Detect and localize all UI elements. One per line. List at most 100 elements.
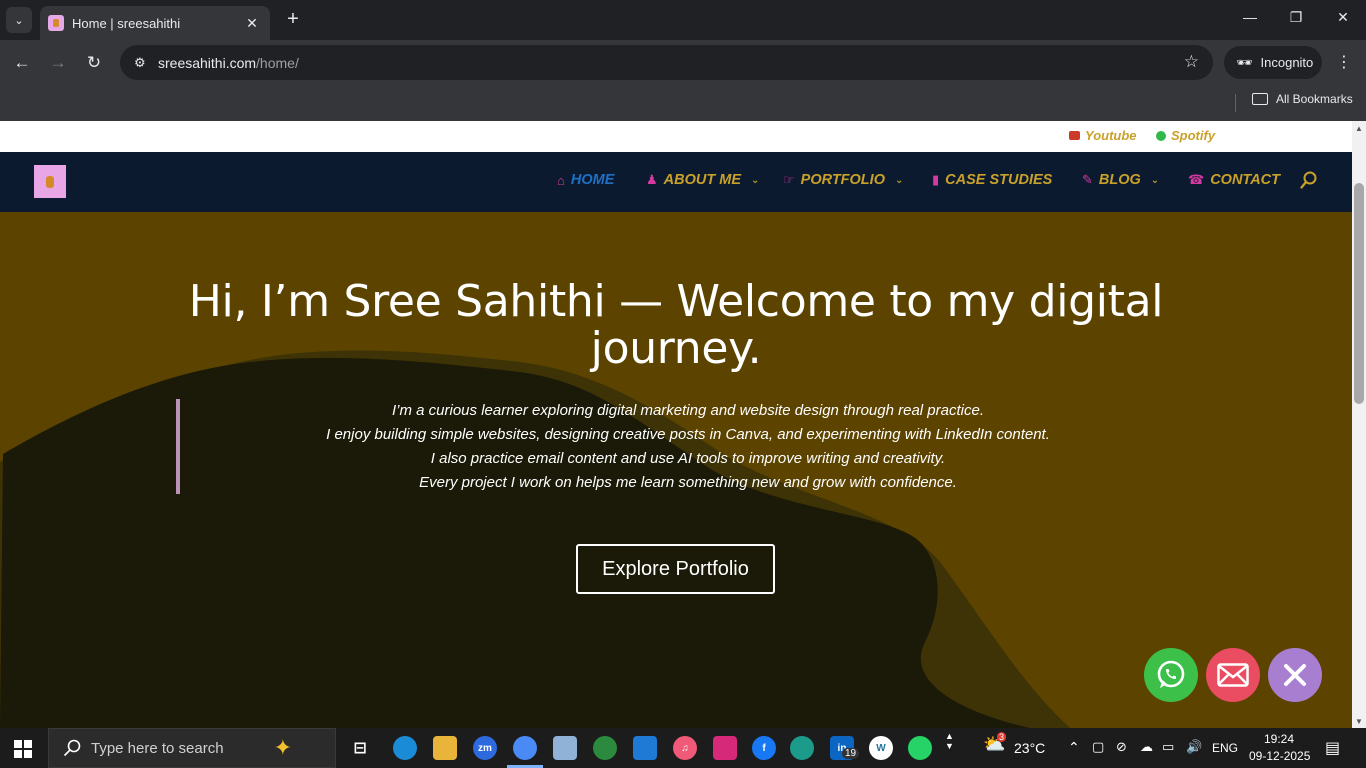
page-scrollbar[interactable]: ▲ ▼ xyxy=(1352,121,1366,728)
onedrive-icon[interactable]: ☁ xyxy=(1140,739,1153,755)
scroll-thumb[interactable] xyxy=(1354,183,1364,404)
email-button[interactable] xyxy=(1206,648,1260,702)
forward-button[interactable]: → xyxy=(47,52,69,74)
accent-bar xyxy=(176,399,180,494)
intro-line: I’m a curious learner exploring digital … xyxy=(392,402,984,419)
chrome-incognito-icon[interactable] xyxy=(513,736,537,760)
windows-taskbar: Type here to search ✦ ⊟ zm ♫ f in 19 W ▲… xyxy=(0,728,1366,768)
search-icon xyxy=(63,739,81,757)
explore-portfolio-button[interactable]: Explore Portfolio xyxy=(576,544,775,594)
top-social-bar: Youtube Spotify xyxy=(0,121,1352,152)
close-icon xyxy=(1284,664,1306,686)
network-icon[interactable]: ▭ xyxy=(1162,739,1174,755)
file-explorer-icon[interactable] xyxy=(433,736,457,760)
bookmarks-divider xyxy=(1235,94,1236,112)
person-icon: ♟ xyxy=(646,172,658,187)
nav-item-about-me[interactable]: ♟ ABOUT ME ⌄ xyxy=(646,172,759,188)
hand-pointer-icon: ☞ xyxy=(783,172,795,187)
chevron-down-icon: ⌄ xyxy=(894,174,904,186)
scroll-up-icon[interactable]: ▲ xyxy=(1355,124,1363,133)
tray-chevron-up-icon[interactable]: ⌃ xyxy=(1068,739,1080,756)
folder-icon xyxy=(1252,93,1268,105)
main-navigation: ⌂ HOME ♟ ABOUT ME ⌄ ☞ PORTFOLIO ⌄ ▮ CASE… xyxy=(0,152,1352,212)
site-logo[interactable] xyxy=(34,165,66,198)
tab-strip: ⌄ Home | sreesahithi ✕ + — ❐ ✕ xyxy=(0,0,1366,40)
spotify-link[interactable]: Spotify xyxy=(1156,128,1215,143)
back-button[interactable]: ← xyxy=(11,52,33,74)
close-window-button[interactable]: ✕ xyxy=(1333,9,1353,26)
nav-item-home[interactable]: ⌂ HOME xyxy=(557,172,614,188)
bookmarks-bar: All Bookmarks xyxy=(0,85,1366,121)
reload-button[interactable]: ↻ xyxy=(83,52,105,74)
envelope-icon xyxy=(1217,663,1249,687)
url-text[interactable]: sreesahithi.com/home/ xyxy=(158,55,299,71)
address-bar[interactable]: ⚙ sreesahithi.com/home/ ☆ xyxy=(120,45,1213,80)
tab-search-button[interactable]: ⌄ xyxy=(6,7,32,33)
intro-line: Every project I work on helps me learn s… xyxy=(419,474,957,491)
clock-time[interactable]: 19:24 xyxy=(1264,732,1294,746)
incognito-indicator[interactable]: 🕶 Incognito xyxy=(1224,46,1322,79)
itunes-icon[interactable]: ♫ xyxy=(673,736,697,760)
whatsapp-desktop-icon[interactable] xyxy=(908,736,932,760)
search-icon[interactable] xyxy=(1300,171,1318,189)
book-icon: ▮ xyxy=(932,172,940,187)
language-indicator[interactable]: ENG xyxy=(1212,741,1238,755)
browser-toolbar: ← → ↻ ⚙ sreesahithi.com/home/ ☆ 🕶 Incogn… xyxy=(0,40,1366,85)
notification-center-icon[interactable]: ▤ xyxy=(1325,738,1340,758)
incognito-icon: 🕶 xyxy=(1236,54,1253,70)
meet-now-icon[interactable]: ▢ xyxy=(1092,739,1104,755)
tab-close-icon[interactable]: ✕ xyxy=(244,15,260,32)
intro-line: I enjoy building simple websites, design… xyxy=(326,426,1050,443)
temperature-text[interactable]: 23°C xyxy=(1014,740,1045,756)
minimize-button[interactable]: — xyxy=(1240,9,1260,25)
browser-tab-active[interactable]: Home | sreesahithi ✕ xyxy=(40,6,270,40)
edge-icon[interactable] xyxy=(393,736,417,760)
phone-icon: ☎ xyxy=(1188,172,1205,187)
scroll-down-icon[interactable]: ▼ xyxy=(1355,717,1363,726)
chrome-icon[interactable] xyxy=(593,736,617,760)
notepad-icon[interactable] xyxy=(553,736,577,760)
edit-icon: ✎ xyxy=(1082,172,1093,187)
hero-title: Hi, I’m Sree Sahithi — Welcome to my dig… xyxy=(188,276,1164,374)
windows-start-icon[interactable] xyxy=(14,740,32,758)
new-tab-button[interactable]: + xyxy=(282,8,304,30)
all-bookmarks-button[interactable]: All Bookmarks xyxy=(1252,92,1353,106)
page-viewport: Youtube Spotify ⌂ HOME ♟ ABOUT ME ⌄ ☞ PO… xyxy=(0,121,1352,728)
youtube-icon xyxy=(1069,131,1080,140)
linkedin-badge: 19 xyxy=(842,748,860,759)
home-icon: ⌂ xyxy=(557,172,565,188)
youtube-link[interactable]: Youtube xyxy=(1069,128,1137,143)
browser-menu-icon[interactable]: ⋮ xyxy=(1336,52,1352,72)
nav-item-portfolio[interactable]: ☞ PORTFOLIO ⌄ xyxy=(783,172,903,188)
nav-item-case-studies[interactable]: ▮ CASE STUDIES xyxy=(932,172,1052,188)
sparkle-icon: ✦ xyxy=(273,735,293,760)
tab-title: Home | sreesahithi xyxy=(72,15,181,31)
taskbar-scroll-icon[interactable]: ▲ ▼ xyxy=(945,731,954,751)
intro-line: I also practice email content and use AI… xyxy=(430,450,946,467)
spotify-icon xyxy=(1156,130,1166,141)
site-info-icon[interactable]: ⚙ xyxy=(134,55,156,71)
tab-favicon xyxy=(48,15,64,31)
hero-section: Hi, I’m Sree Sahithi — Welcome to my dig… xyxy=(0,212,1352,728)
edge-dev-icon[interactable] xyxy=(790,736,814,760)
clock-date[interactable]: 09-12-2025 xyxy=(1249,749,1310,763)
nav-item-contact[interactable]: ☎ CONTACT xyxy=(1188,172,1280,188)
chevron-down-icon: ⌄ xyxy=(1150,174,1160,186)
wordpress-icon[interactable]: W xyxy=(869,736,893,760)
volume-icon[interactable]: 🔊 xyxy=(1186,739,1202,755)
camera-off-icon[interactable]: ⊘ xyxy=(1116,739,1127,755)
close-fab-button[interactable] xyxy=(1268,648,1322,702)
zoom-icon[interactable]: zm xyxy=(473,736,497,760)
chevron-down-icon: ⌄ xyxy=(751,174,760,186)
bookmark-star-icon[interactable]: ☆ xyxy=(1184,52,1199,72)
whatsapp-button[interactable] xyxy=(1144,648,1198,702)
vscode-icon[interactable] xyxy=(633,736,657,760)
instagram-icon[interactable] xyxy=(713,736,737,760)
task-view-icon[interactable]: ⊟ xyxy=(348,736,372,760)
nav-item-blog[interactable]: ✎ BLOG ⌄ xyxy=(1082,172,1159,188)
facebook-icon[interactable]: f xyxy=(752,736,776,760)
weather-badge: 3 xyxy=(997,732,1007,742)
restore-button[interactable]: ❐ xyxy=(1286,9,1306,26)
taskbar-search-box[interactable]: Type here to search ✦ xyxy=(48,728,336,768)
whatsapp-icon xyxy=(1157,660,1185,688)
